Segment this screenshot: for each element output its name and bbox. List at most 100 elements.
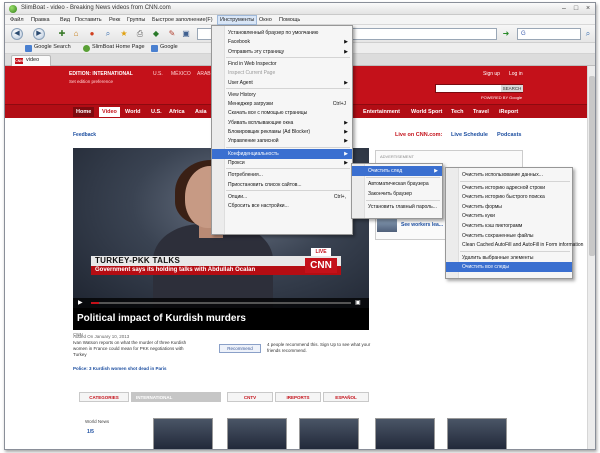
bookmark-google[interactable]: Google bbox=[151, 44, 178, 52]
video-thumbnail[interactable] bbox=[447, 418, 507, 449]
tools-menu-item[interactable]: Управление записной ▶ bbox=[212, 136, 352, 146]
menu-item-label: Очистить использование данных... bbox=[462, 172, 543, 178]
scrollbar-thumb[interactable] bbox=[589, 76, 595, 256]
privacy-menu-item[interactable]: Установить главный пароль... bbox=[352, 202, 442, 212]
search-tool-icon[interactable]: ● bbox=[87, 29, 97, 39]
menu-item-label: Блокировщик рекламы (Ad Blocker) bbox=[228, 129, 311, 135]
tab-cntv[interactable]: CNTV bbox=[227, 392, 273, 402]
maximize-button[interactable]: □ bbox=[571, 5, 581, 13]
tools-icon[interactable]: ✎ bbox=[167, 29, 177, 39]
clear-menu-item[interactable]: Очистить историю адресной строки bbox=[446, 183, 572, 193]
home-icon[interactable]: ⌂ bbox=[71, 29, 81, 39]
privacy-menu-item[interactable]: Автоматическая браузера bbox=[352, 179, 442, 189]
nav-entertainment[interactable]: Entertainment bbox=[363, 109, 400, 115]
nav-africa[interactable]: Africa bbox=[169, 109, 185, 115]
video-controls: ▶ ▣ bbox=[73, 298, 369, 308]
tab-espanol[interactable]: ESPAÑOL bbox=[323, 392, 369, 402]
video-thumbnail[interactable] bbox=[299, 418, 359, 449]
nav-world-sport[interactable]: World Sport bbox=[411, 109, 442, 115]
add-icon[interactable]: ✚ bbox=[57, 29, 67, 39]
video-thumbnail[interactable] bbox=[227, 418, 287, 449]
edition-us-link[interactable]: U.S. bbox=[153, 71, 163, 77]
nav-tech[interactable]: Tech bbox=[451, 109, 463, 115]
menu-file[interactable]: Файл bbox=[8, 16, 26, 24]
related-story-link[interactable]: Police: 3 Kurdish women shot dead in Par… bbox=[73, 366, 167, 371]
forward-arrow-icon[interactable]: ▶ bbox=[33, 28, 45, 40]
go-icon[interactable]: ➜ bbox=[501, 29, 511, 39]
podcasts-link[interactable]: Podcasts bbox=[497, 132, 521, 138]
set-edition-link[interactable]: Set edition preference bbox=[69, 79, 113, 84]
nav-us[interactable]: U.S. bbox=[151, 109, 162, 115]
menu-autofill[interactable]: Быстрое заполнение(F) bbox=[150, 16, 215, 24]
search-go-icon[interactable]: ⌕ bbox=[583, 29, 593, 39]
menu-tools[interactable]: Инструменты bbox=[217, 15, 258, 25]
video-thumbnail[interactable] bbox=[375, 418, 435, 449]
clear-menu-item[interactable]: Clean Cached AutoFill and AutoFill in Fo… bbox=[446, 240, 583, 250]
menu-view[interactable]: Вид bbox=[58, 16, 72, 24]
star-icon[interactable]: ★ bbox=[119, 29, 129, 39]
clear-menu-item[interactable]: Очистить использование данных... bbox=[446, 170, 572, 180]
nav-home[interactable]: Home bbox=[73, 107, 95, 117]
clear-menu-item[interactable]: Очистить все следы bbox=[446, 262, 572, 273]
clear-menu-item[interactable]: Очистить куки bbox=[446, 211, 572, 221]
feedback-link[interactable]: Feedback bbox=[73, 132, 96, 138]
menu-edit[interactable]: Правка bbox=[29, 16, 52, 24]
vertical-scrollbar[interactable] bbox=[587, 66, 595, 449]
window-title: SlimBoat - video - Breaking News videos … bbox=[21, 5, 171, 11]
menu-window[interactable]: Окно bbox=[257, 16, 274, 24]
tab-categories[interactable]: CATEGORIES bbox=[79, 392, 129, 402]
privacy-menu-item[interactable]: Закончить браузер bbox=[352, 189, 442, 199]
video-thumbnail[interactable] bbox=[153, 418, 213, 449]
menu-rss[interactable]: Рекк bbox=[107, 16, 122, 24]
ticker-subline: Government says its holding talks with A… bbox=[91, 266, 341, 275]
recommend-button[interactable]: Recommend bbox=[219, 344, 261, 353]
video-progress[interactable] bbox=[91, 302, 351, 304]
privacy-menu-item[interactable]: Очистить след ▶ bbox=[352, 166, 442, 176]
clear-menu-item[interactable]: Очистить кэш пиктограмм bbox=[446, 221, 572, 231]
see-workers-link[interactable]: See workers lea... bbox=[401, 222, 443, 228]
clear-menu-item[interactable]: Очистить формы bbox=[446, 202, 572, 212]
clear-menu-item[interactable]: Очистить историю быстрого поиска bbox=[446, 192, 572, 202]
bookmark-google-search[interactable]: Google Search bbox=[25, 44, 71, 52]
tools-menu-item[interactable]: Отправить эту страницу ▶ bbox=[212, 47, 352, 57]
menu-item-label: Очистить историю быстрого поиска bbox=[462, 194, 545, 201]
tab-ireports[interactable]: IREPORTS bbox=[275, 392, 321, 402]
tab-video[interactable]: CNN video bbox=[11, 55, 51, 66]
tools-menu-item[interactable]: User Agent ▶ bbox=[212, 78, 352, 88]
play-icon[interactable]: ▶ bbox=[78, 299, 83, 306]
tools-menu-item[interactable]: Приостановить список сайтов... bbox=[212, 180, 352, 190]
menu-help[interactable]: Помощь bbox=[277, 16, 302, 24]
back-arrow-icon[interactable]: ◀ bbox=[11, 28, 23, 40]
nav-ireport[interactable]: iReport bbox=[499, 109, 518, 115]
log-in-link[interactable]: Log in bbox=[509, 71, 523, 77]
rss-icon[interactable]: ◆ bbox=[151, 29, 161, 39]
zoom-icon[interactable]: ⌕ bbox=[103, 29, 113, 39]
screen-icon[interactable]: ▣ bbox=[181, 29, 191, 39]
sign-up-link[interactable]: Sign up bbox=[483, 71, 500, 77]
print-icon[interactable]: ⎙ bbox=[135, 29, 145, 39]
search-engine-box[interactable]: G bbox=[517, 28, 581, 40]
nav-video[interactable]: Video bbox=[99, 107, 120, 117]
fullscreen-icon[interactable]: ▣ bbox=[355, 299, 361, 306]
world-news-label: World News bbox=[85, 419, 110, 424]
minimize-button[interactable]: – bbox=[559, 5, 569, 13]
live-schedule-link[interactable]: Live Schedule bbox=[451, 132, 488, 138]
cnn-search-button[interactable]: SEARCH bbox=[501, 85, 523, 92]
tools-menu-item[interactable]: Сбросить все настройки... bbox=[212, 201, 352, 211]
nav-world[interactable]: World bbox=[125, 109, 140, 115]
menu-item-label: Приостановить список сайтов... bbox=[228, 181, 302, 188]
nav-travel[interactable]: Travel bbox=[473, 109, 489, 115]
close-button[interactable]: × bbox=[583, 5, 593, 13]
story-thumbnail[interactable] bbox=[377, 218, 397, 232]
cnn-logo: CNN bbox=[305, 258, 337, 273]
submenu-arrow-icon: ▶ bbox=[344, 48, 348, 55]
menu-bookmarks[interactable]: Поставить bbox=[73, 16, 104, 24]
nav-asia[interactable]: Asia bbox=[195, 109, 207, 115]
bookmark-slimboat-home[interactable]: SlimBoat Home Page bbox=[83, 44, 145, 52]
clear-menu-item[interactable]: Очистить сохраненные файлы bbox=[446, 231, 572, 241]
edition-mexico-link[interactable]: MÉXICO bbox=[171, 71, 191, 77]
clear-menu-item[interactable]: Удалить выбранные элементы bbox=[446, 253, 572, 263]
menu-groups[interactable]: Группы bbox=[125, 16, 147, 24]
tab-international[interactable]: INTERNATIONAL bbox=[131, 392, 221, 402]
tools-menu-item[interactable]: Прокси ▶ bbox=[212, 158, 352, 168]
